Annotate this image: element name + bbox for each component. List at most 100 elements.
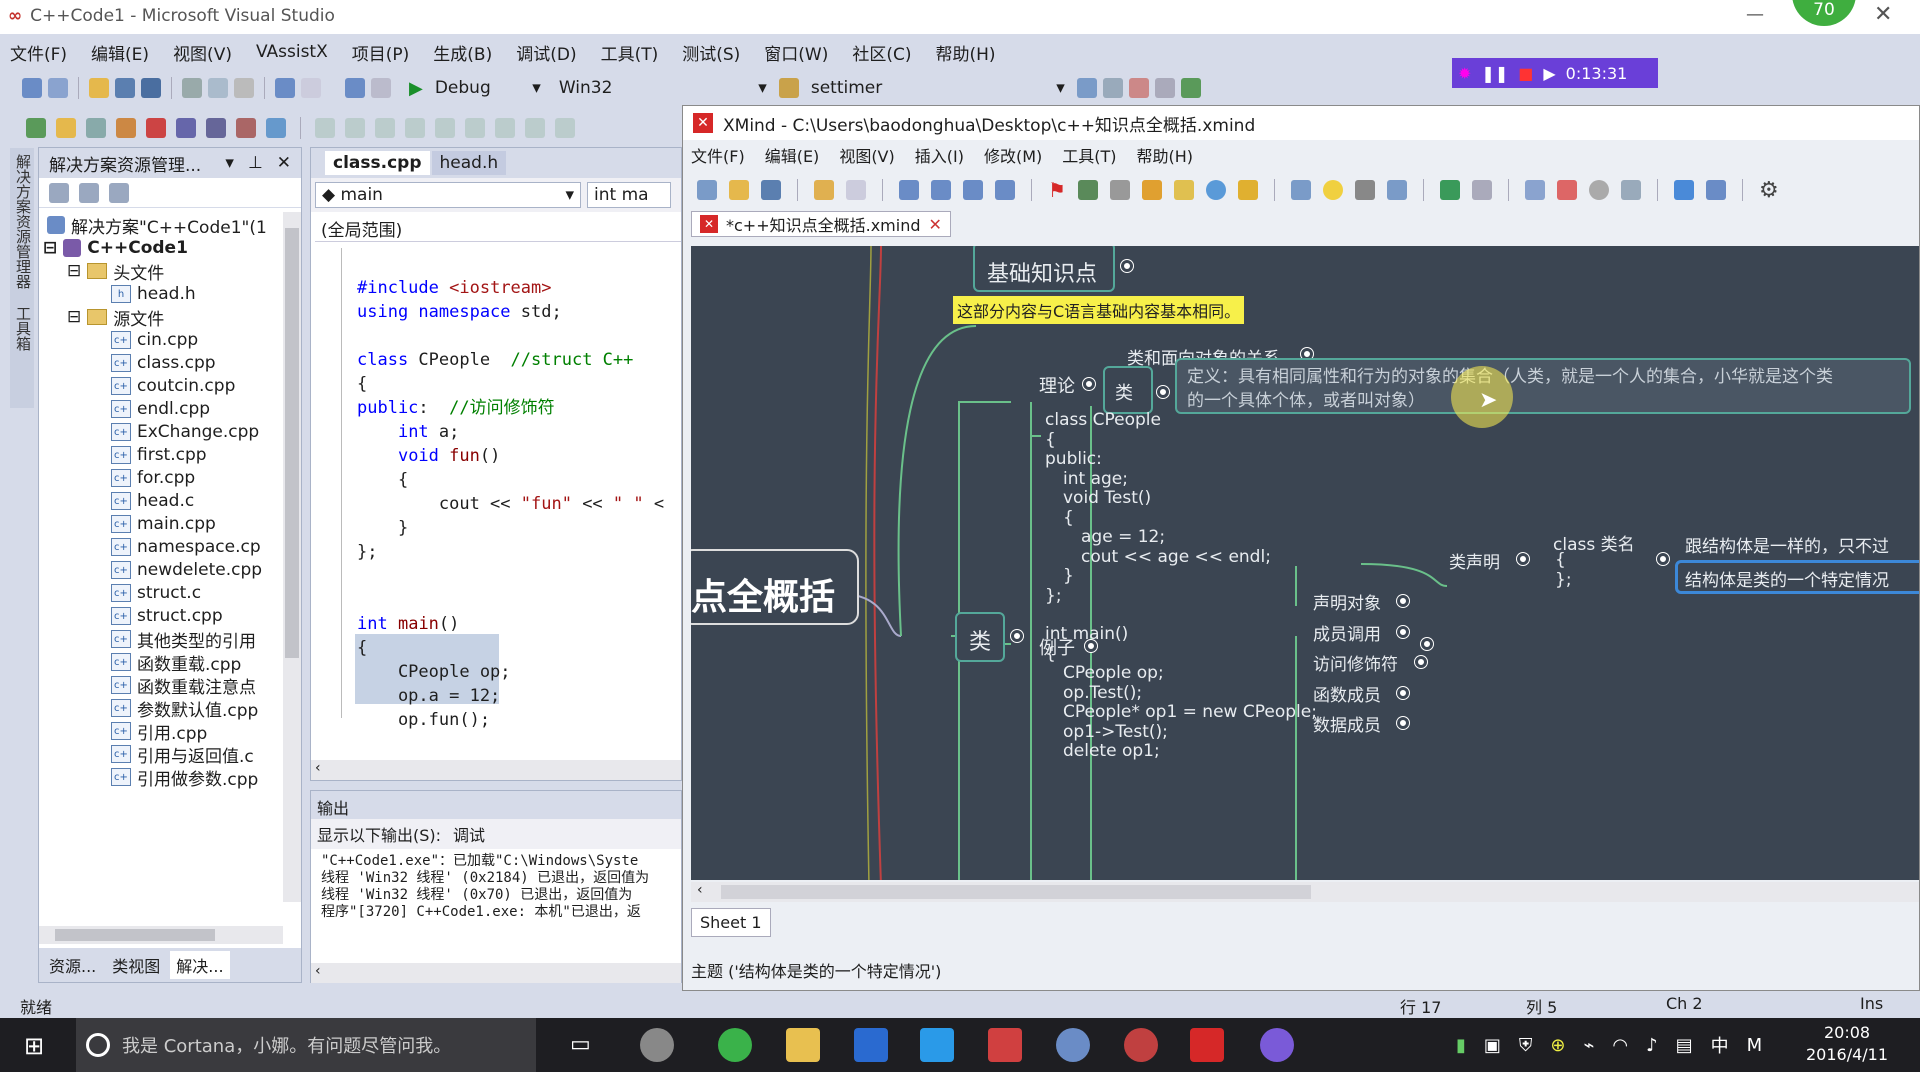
code-lines[interactable]: #include <iostream> using namespace std;…	[357, 252, 664, 780]
doc-tab[interactable]: ✕ *c++知识点全概括.xmind ✕	[691, 211, 951, 237]
xm-menu-insert[interactable]: 插入(I)	[915, 143, 964, 167]
xm-menu-edit[interactable]: 编辑(E)	[765, 143, 820, 167]
xm-menu-view[interactable]: 视图(V)	[839, 143, 894, 167]
volume-icon[interactable]: ♪	[1646, 1035, 1658, 1056]
recorder-taskbar-icon[interactable]	[1260, 1028, 1294, 1062]
share-icon[interactable]	[1705, 180, 1726, 200]
clock[interactable]: 20:08 2016/4/11	[1806, 1022, 1888, 1066]
battery-icon[interactable]: ▮	[1456, 1035, 1466, 1056]
menu-file[interactable]: 文件(F)	[10, 40, 67, 65]
config-select[interactable]: Debug ▾	[429, 75, 547, 101]
refresh-icon[interactable]	[79, 182, 99, 203]
visual-studio-taskbar-icon[interactable]	[1124, 1028, 1158, 1062]
braces-icon[interactable]	[206, 118, 226, 138]
boundary-icon[interactable]	[963, 180, 983, 200]
expand-dot[interactable]	[1415, 656, 1427, 668]
options-icon[interactable]	[266, 118, 286, 138]
properties-icon[interactable]	[109, 182, 129, 203]
paste-icon[interactable]	[234, 78, 254, 98]
search-icon[interactable]	[1620, 180, 1641, 200]
tab-class-cpp[interactable]: class.cpp	[325, 151, 430, 175]
drill-down-icon[interactable]	[1439, 180, 1460, 200]
canvas-horizontal-scrollbar[interactable]: ‹	[691, 882, 1919, 902]
tree-vertical-scrollbar[interactable]	[283, 212, 301, 902]
audio-icon[interactable]	[1237, 180, 1258, 200]
expand-dot[interactable]	[1121, 260, 1133, 272]
file-explorer-icon[interactable]	[786, 1028, 820, 1062]
tree-horizontal-scrollbar[interactable]	[39, 926, 283, 944]
tray-add-icon[interactable]: ⊕	[1550, 1035, 1565, 1056]
expand-dot[interactable]	[1397, 717, 1409, 729]
expand-dot[interactable]	[1083, 378, 1095, 390]
menu-tools[interactable]: 工具(T)	[601, 40, 659, 65]
subtopic-icon[interactable]	[931, 180, 951, 200]
find-in-files-icon[interactable]	[778, 78, 799, 98]
expand-dot[interactable]	[1397, 595, 1409, 607]
align-bottom-icon[interactable]	[435, 118, 455, 138]
grid-icon[interactable]	[495, 118, 515, 138]
save-icon[interactable]	[761, 180, 781, 200]
xm-menu-help[interactable]: 帮助(H)	[1137, 143, 1194, 167]
collapse-icon[interactable]: ⊟	[43, 238, 57, 258]
chevron-down-icon[interactable]: ▾	[225, 153, 234, 173]
pin-icon[interactable]: ⊥	[248, 153, 263, 173]
save-all-icon[interactable]	[141, 78, 161, 98]
class-wizard-icon[interactable]	[26, 118, 46, 138]
notification-icon[interactable]: ▤	[1676, 1035, 1693, 1056]
menu-build[interactable]: 生成(B)	[433, 40, 492, 65]
upload-icon[interactable]	[1673, 180, 1694, 200]
flag-icon[interactable]: ⚑	[1048, 178, 1066, 202]
align-left-icon[interactable]	[345, 118, 365, 138]
function-select[interactable]: ◆ main ▾	[315, 182, 581, 208]
indent-icon[interactable]	[315, 118, 335, 138]
menu-view[interactable]: 视图(V)	[173, 40, 232, 65]
toolbox-icon[interactable]	[1154, 78, 1175, 98]
copy-icon[interactable]	[208, 78, 228, 98]
menu-community[interactable]: 社区(C)	[852, 40, 911, 65]
expand-dot[interactable]	[1397, 625, 1409, 638]
platform-select[interactable]: Win32 ▾	[553, 75, 773, 101]
app-icon[interactable]	[640, 1028, 674, 1062]
task-icon[interactable]	[1386, 180, 1407, 200]
spellcheck-icon[interactable]	[236, 118, 256, 138]
output-scrollbar[interactable]: ‹	[311, 963, 681, 983]
notes-icon[interactable]	[1173, 180, 1194, 200]
subtopic[interactable]: 声明对象	[1313, 589, 1381, 614]
scrollbar-thumb[interactable]	[285, 228, 299, 658]
topic-theory[interactable]: 理论	[1039, 372, 1075, 398]
add-item-icon[interactable]	[48, 78, 68, 98]
menu-debug[interactable]: 调试(D)	[516, 40, 576, 65]
xmind-taskbar-icon[interactable]	[1190, 1028, 1224, 1062]
open-file-icon[interactable]	[56, 118, 76, 138]
menu-help[interactable]: 帮助(H)	[936, 40, 996, 65]
outline-icon[interactable]	[1354, 180, 1375, 200]
side-tab-toolbox[interactable]: 工具箱	[14, 306, 32, 351]
tab-resources[interactable]: 资源...	[43, 951, 102, 979]
shield-icon[interactable]: ⛨	[1519, 1035, 1533, 1056]
expand-dot[interactable]	[1397, 686, 1409, 699]
properties-icon[interactable]	[1102, 78, 1123, 98]
subtopic[interactable]: 成员调用	[1313, 620, 1381, 645]
navigate-icon[interactable]	[345, 78, 365, 98]
center-icon[interactable]	[465, 118, 485, 138]
menu-window[interactable]: 窗口(W)	[764, 40, 828, 65]
label-icon[interactable]	[1141, 180, 1162, 200]
collapse-icon[interactable]: ⊟	[67, 307, 81, 327]
ime-indicator[interactable]: 中	[1711, 1032, 1729, 1058]
drill-up-icon[interactable]	[1471, 180, 1492, 200]
store-icon[interactable]	[854, 1028, 888, 1062]
show-all-files-icon[interactable]	[49, 182, 69, 203]
new-project-icon[interactable]	[22, 78, 42, 98]
cut-icon[interactable]	[182, 78, 202, 98]
object-browser-icon[interactable]	[1128, 78, 1149, 98]
xm-menu-tools[interactable]: 工具(T)	[1062, 143, 1116, 167]
theme-icon[interactable]	[1556, 180, 1577, 200]
close-button[interactable]: ✕	[1874, 2, 1892, 27]
find-symbol-icon[interactable]	[86, 118, 106, 138]
wifi-icon[interactable]: ◠	[1612, 1035, 1628, 1056]
save-icon[interactable]	[115, 78, 135, 98]
scope-select[interactable]: (全局范围)	[315, 216, 681, 242]
menu-edit[interactable]: 编辑(E)	[91, 40, 149, 65]
editor-horizontal-scrollbar[interactable]: ‹	[311, 760, 681, 780]
mind-map-canvas[interactable]: 点全概括 基础知识点 这部分内容与C语言基础内容基本相同。 类和面向对象的关系 …	[691, 246, 1919, 880]
